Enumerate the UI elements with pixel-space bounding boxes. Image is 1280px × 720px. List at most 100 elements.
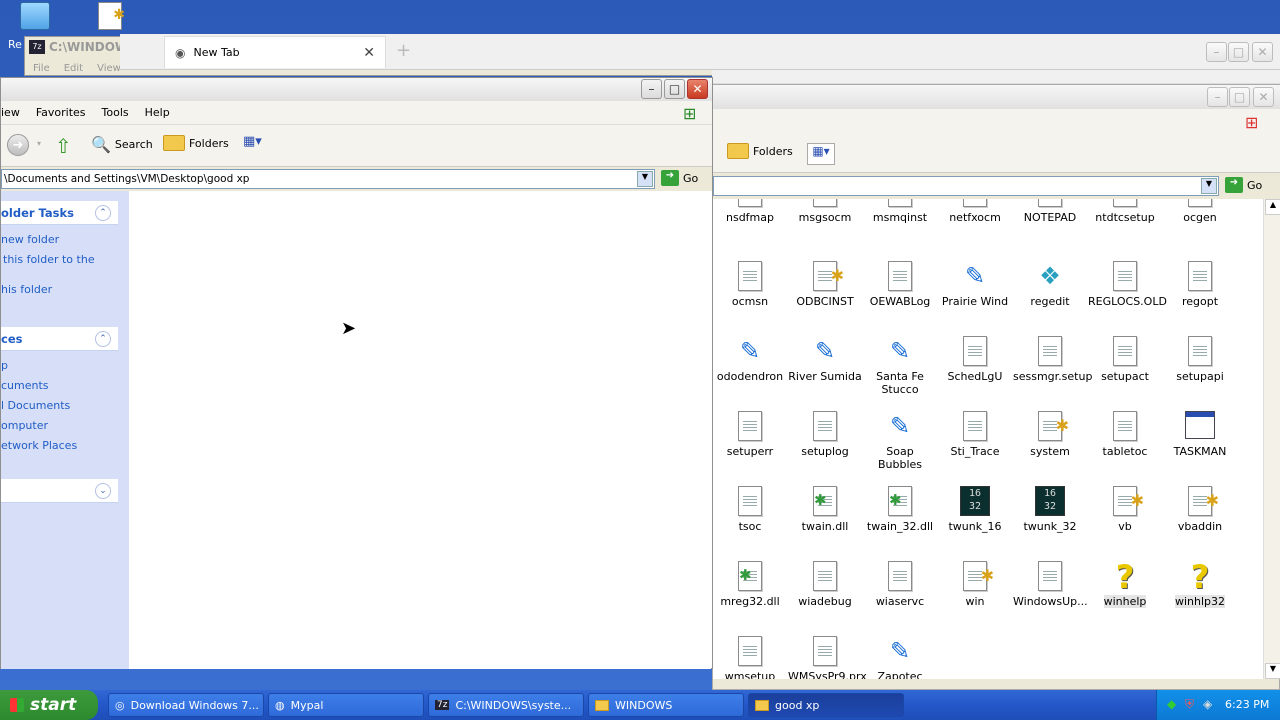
file-icon-winhelp[interactable]: ? winhelp xyxy=(1088,561,1162,608)
file-icon-twain-dll[interactable]: ✱ twain.dll xyxy=(788,486,862,533)
file-icon-oewablog[interactable]: OEWABLog xyxy=(863,261,937,308)
address-dropdown[interactable]: ▼ xyxy=(637,171,653,187)
maximize-button[interactable]: □ xyxy=(664,79,685,99)
file-icon-setupact[interactable]: setupact xyxy=(1088,336,1162,383)
file-icon-vbaddin[interactable]: ✱ vbaddin xyxy=(1163,486,1237,533)
file-icon-prairie-wind[interactable]: ✎ Prairie Wind xyxy=(938,261,1012,308)
notepad-icon[interactable]: ✱ xyxy=(98,2,125,30)
file-list-empty[interactable] xyxy=(129,191,711,669)
file-icon-mreg32-dll[interactable]: ✱ mreg32.dll xyxy=(713,561,787,608)
menu-edit[interactable]: Edit xyxy=(64,63,83,74)
task-share-folder[interactable]: his folder xyxy=(1,283,52,296)
task-publish-folder[interactable]: this folder to the xyxy=(3,253,95,266)
browser-close-button[interactable]: ✕ xyxy=(1252,42,1273,62)
up-folder-icon[interactable]: ⇧ xyxy=(55,134,72,158)
windows-folders-button[interactable]: Folders xyxy=(727,143,793,159)
task-windows-folder[interactable]: WINDOWS xyxy=(588,693,744,717)
place-my-computer[interactable]: omputer xyxy=(1,419,48,432)
file-icon-river-sumida[interactable]: ✎ River Sumida xyxy=(788,336,862,383)
file-icon-odbcinst[interactable]: ✱ ODBCINST xyxy=(788,261,862,308)
task-mypal[interactable]: ◍ Mypal xyxy=(268,693,424,717)
close-button[interactable]: ✕ xyxy=(687,79,708,99)
file-icon-wmsyspr9-prx[interactable]: WMSysPr9.prx xyxy=(788,636,867,679)
menu-view[interactable]: iew xyxy=(1,106,20,119)
task-make-new-folder[interactable]: new folder xyxy=(1,233,59,246)
file-icon-wiadebug[interactable]: wiadebug xyxy=(788,561,862,608)
file-icon-regopt[interactable]: regopt xyxy=(1163,261,1237,308)
file-icon-soap-bubbles[interactable]: ✎ Soap Bubbles xyxy=(863,411,937,471)
file-icon-winhlp32[interactable]: ? winhlp32 xyxy=(1163,561,1237,608)
start-button[interactable]: start xyxy=(0,690,98,720)
task-download-windows[interactable]: ◎ Download Windows 7... xyxy=(108,693,264,717)
file-icon-twunk-32[interactable]: 16 32 twunk_32 xyxy=(1013,486,1087,533)
recycle-bin-icon[interactable] xyxy=(20,2,50,30)
file-icon-msgsocm[interactable]: msgsocm xyxy=(788,199,862,224)
windows-folder-titlebar[interactable]: – □ ✕ xyxy=(713,85,1280,109)
other-places-header[interactable]: ces ⌃ xyxy=(1,327,118,351)
minimize-button[interactable]: – xyxy=(641,79,662,99)
windows-address-input[interactable] xyxy=(713,176,1219,196)
file-icon-windowsup-[interactable]: WindowsUp... xyxy=(1013,561,1088,608)
file-icon-ntdtcsetup[interactable]: ntdtcsetup xyxy=(1088,199,1162,224)
scroll-up-button[interactable]: ▲ xyxy=(1265,199,1280,215)
file-icon-vb[interactable]: ✱ vb xyxy=(1088,486,1162,533)
views-button[interactable]: ▦▾ xyxy=(243,134,275,156)
good-xp-titlebar[interactable]: – □ ✕ xyxy=(1,78,712,101)
browser-maximize-button[interactable]: □ xyxy=(1228,42,1249,62)
file-icon-ocgen[interactable]: ocgen xyxy=(1163,199,1237,224)
chevron-up-icon[interactable]: ⌃ xyxy=(95,205,111,221)
file-icon-setuplog[interactable]: setuplog xyxy=(788,411,862,458)
go-button[interactable]: ➜ Go xyxy=(661,170,698,186)
browser-window[interactable]: ◉ New Tab ✕ + – □ ✕ xyxy=(120,34,1280,70)
volume-icon[interactable]: ◈ xyxy=(1203,697,1212,711)
file-icon-win[interactable]: ✱ win xyxy=(938,561,1012,608)
views-button[interactable]: ▦▾ xyxy=(807,143,835,165)
forward-button[interactable]: ➜ xyxy=(7,134,29,156)
network-icon[interactable]: ◆ xyxy=(1167,697,1176,711)
browser-minimize-button[interactable]: – xyxy=(1206,42,1227,62)
file-icon-setuperr[interactable]: setuperr xyxy=(713,411,787,458)
chevron-up-icon[interactable]: ⌃ xyxy=(95,331,111,347)
file-icon-nsdfmap[interactable]: nsdfmap xyxy=(713,199,787,224)
menu-view[interactable]: View xyxy=(97,63,121,74)
file-icon-wmsetup[interactable]: wmsetup xyxy=(713,636,787,679)
chevron-down-icon[interactable]: ⌄ xyxy=(95,483,111,499)
search-button[interactable]: 🔍 Search xyxy=(91,135,153,154)
windows-folder-window[interactable]: – □ ✕ ⊞ Folders ▦▾ ▼ ➜ Go nsdfmap msgsocm… xyxy=(712,84,1280,690)
file-icon-ocmsn[interactable]: ocmsn xyxy=(713,261,787,308)
menu-tools[interactable]: Tools xyxy=(102,106,129,119)
place-shared-documents[interactable]: l Documents xyxy=(1,399,70,412)
file-icon-tabletoc[interactable]: tabletoc xyxy=(1088,411,1162,458)
menu-favorites[interactable]: Favorites xyxy=(36,106,86,119)
file-icon-sessmgr-setup[interactable]: sessmgr.setup xyxy=(1013,336,1092,383)
file-icon-reglocs-old[interactable]: REGLOCS.OLD xyxy=(1088,261,1167,308)
scroll-down-button[interactable]: ▼ xyxy=(1265,663,1280,679)
windows-go-button[interactable]: ➜ Go xyxy=(1225,177,1262,193)
address-input[interactable]: \Documents and Settings\VM\Desktop\good … xyxy=(1,169,655,189)
windows-scrollbar[interactable]: ▲ ▼ xyxy=(1263,199,1280,679)
file-icon-santa-fe-stucco[interactable]: ✎ Santa Fe Stucco xyxy=(863,336,937,396)
place-my-documents[interactable]: cuments xyxy=(1,379,49,392)
file-icon-twain-32-dll[interactable]: ✱ twain_32.dll xyxy=(863,486,937,533)
file-icon-msmqinst[interactable]: msmqinst xyxy=(863,199,937,224)
clock[interactable]: 6:23 PM xyxy=(1225,698,1269,711)
security-icon[interactable]: ⛨ xyxy=(1185,697,1194,712)
windows-address-dropdown[interactable]: ▼ xyxy=(1201,178,1217,194)
folders-button[interactable]: Folders xyxy=(163,135,229,151)
task-cmd[interactable]: 7z C:\WINDOWS\syste... xyxy=(428,693,584,717)
file-icon-schedlgu[interactable]: SchedLgU xyxy=(938,336,1012,383)
file-icon-netfxocm[interactable]: netfxocm xyxy=(938,199,1012,224)
task-good-xp[interactable]: good xp xyxy=(748,693,904,717)
tab-close-icon[interactable]: ✕ xyxy=(363,45,375,61)
menu-file[interactable]: File xyxy=(33,63,50,74)
file-icon-zapotec[interactable]: ✎ Zapotec xyxy=(863,636,937,679)
windows-minimize-button[interactable]: – xyxy=(1207,87,1228,107)
forward-dropdown-icon[interactable]: ▾ xyxy=(37,139,41,148)
file-icon-system[interactable]: ✱ system xyxy=(1013,411,1087,458)
file-icon-tsoc[interactable]: tsoc xyxy=(713,486,787,533)
new-tab-plus-icon[interactable]: + xyxy=(396,40,411,61)
details-header[interactable]: ⌄ xyxy=(1,479,118,503)
place-desktop[interactable]: p xyxy=(1,359,8,372)
menu-help[interactable]: Help xyxy=(145,106,170,119)
good-xp-window[interactable]: – □ ✕ iew Favorites Tools Help ⊞ ➜ ▾ ⇧ 🔍… xyxy=(0,77,713,669)
